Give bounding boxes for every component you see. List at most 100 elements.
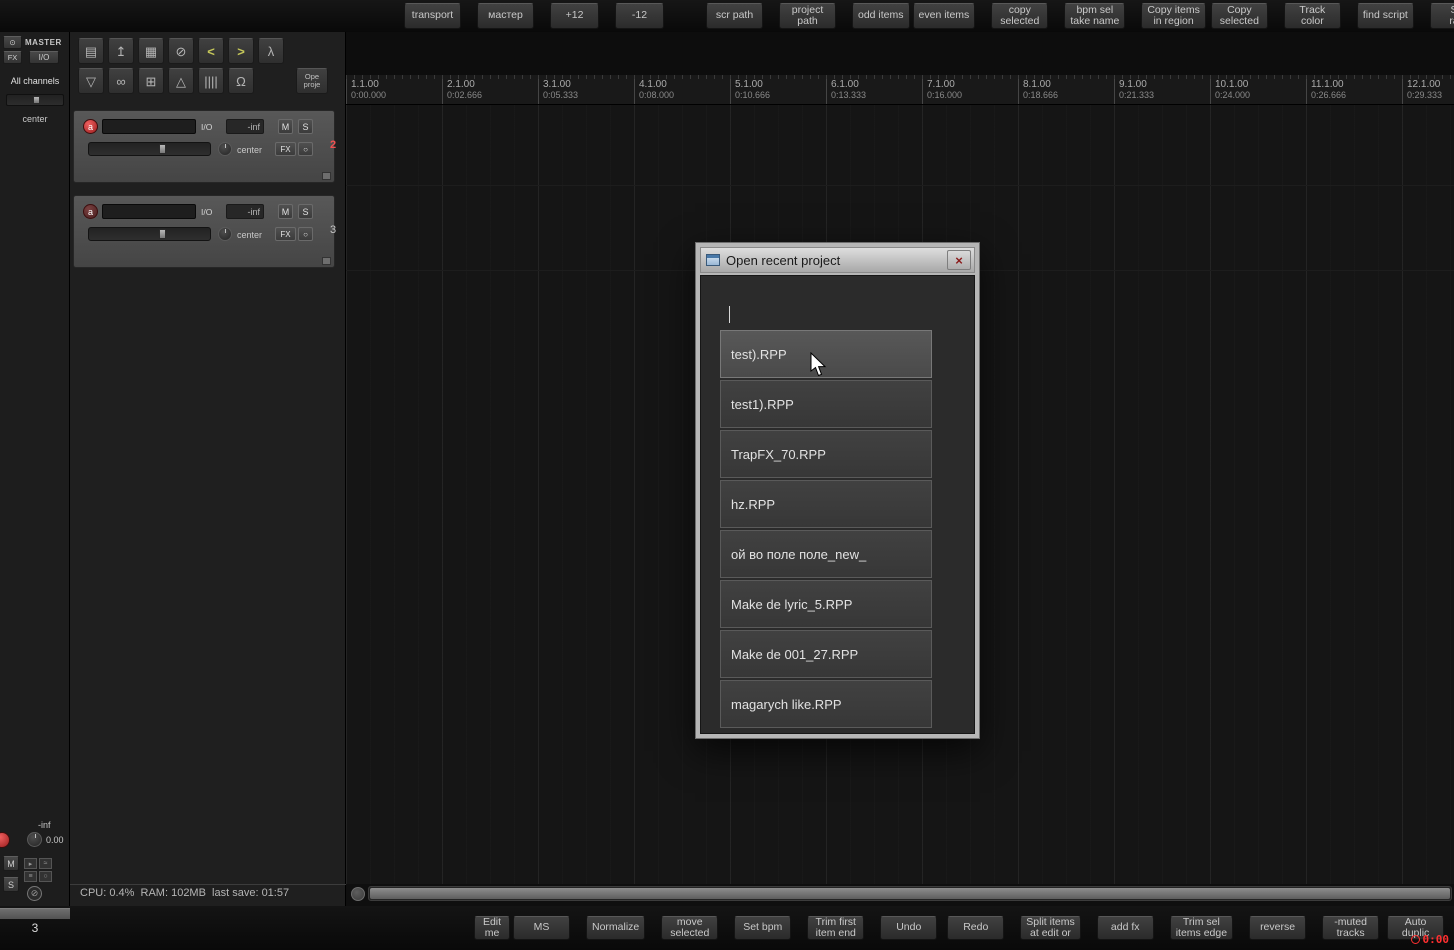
minus12-button[interactable]: -12 — [615, 3, 664, 29]
ruler-measure[interactable]: 7.1.00 0:16.000 — [922, 75, 1018, 104]
toolbar-icon-button[interactable]: ∞ — [108, 68, 134, 94]
undo-button[interactable]: Undo — [880, 916, 938, 940]
toolbar-icon-button[interactable]: ↥ — [108, 38, 134, 64]
envelope-button[interactable] — [322, 172, 331, 180]
master-solo-button[interactable]: S — [3, 877, 19, 892]
pan-knob[interactable] — [218, 227, 232, 241]
fx-bypass-button[interactable]: ○ — [298, 142, 313, 156]
ruler-measure[interactable]: 3.1.00 0:05.333 — [538, 75, 634, 104]
bpm-sel-take-name-button[interactable]: bpm sel take name — [1064, 3, 1126, 29]
ruler-measure[interactable]: 10.1.00 0:24.000 — [1210, 75, 1306, 104]
odd-items-button[interactable]: odd items — [852, 3, 910, 29]
fader-thumb[interactable] — [159, 229, 167, 239]
plus12-button[interactable]: +12 — [550, 3, 599, 29]
master-button[interactable]: мастер — [477, 3, 534, 29]
toolbar-icon-button[interactable]: λ — [258, 38, 284, 64]
routing-icon[interactable]: ▸ — [24, 858, 37, 869]
master-gain-readout[interactable]: 0.00 — [46, 835, 64, 845]
project-list-item[interactable]: Make de lyric_5.RPP — [720, 580, 932, 628]
horizontal-scrollbar[interactable] — [368, 886, 1452, 901]
master-mute-button[interactable]: M — [3, 856, 19, 871]
ruler-measure[interactable]: 11.1.00 0:26.666 — [1306, 75, 1402, 104]
ms-button[interactable]: MS — [513, 916, 570, 940]
master-gain-knob[interactable] — [27, 832, 42, 847]
toolbar-icon-button[interactable]: ▤ — [78, 38, 104, 64]
ruler-measure[interactable]: 12.1.00 0:29.333 — [1402, 75, 1454, 104]
record-arm-button[interactable]: a — [83, 119, 98, 134]
ruler-measure[interactable]: 1.1.00 0:00.000 — [346, 75, 442, 104]
master-record-icon[interactable] — [0, 832, 10, 848]
set-bpm-button[interactable]: Set bpm — [734, 916, 792, 940]
io-button[interactable]: I/O — [201, 122, 212, 132]
solo-button[interactable]: S — [298, 119, 313, 134]
edit-me-button[interactable]: Edit me — [474, 916, 510, 940]
envelope-icon[interactable]: ≈ — [39, 858, 52, 869]
filter-input[interactable] — [729, 306, 974, 324]
fx-bypass-button[interactable]: ○ — [298, 227, 313, 241]
split-items-at-edit-button[interactable]: Split items at edit or — [1020, 916, 1081, 940]
master-power-button[interactable]: ⊙ — [3, 36, 22, 49]
add-fx-button[interactable]: add fx — [1096, 916, 1154, 940]
master-volume-readout[interactable]: -inf — [38, 820, 51, 830]
copy-items-in-region-button[interactable]: Copy items in region — [1141, 3, 1206, 29]
master-fx-button[interactable]: FX — [3, 51, 22, 64]
volume-readout[interactable]: -inf — [226, 119, 264, 134]
project-path-button[interactable]: project path — [779, 3, 836, 29]
toolbar-icon-button[interactable]: < — [198, 38, 224, 64]
project-list-item[interactable]: TrapFX_70.RPP — [720, 430, 932, 478]
toolbar-icon-button[interactable]: ▦ — [138, 38, 164, 64]
pan-knob[interactable] — [218, 142, 232, 156]
dialog-titlebar[interactable]: Open recent project × — [700, 247, 975, 273]
toolbar-icon-button[interactable]: △ — [168, 68, 194, 94]
fx-button[interactable]: FX — [275, 142, 296, 156]
master-phase-button[interactable]: ⊘ — [27, 886, 42, 901]
toolbar-icon-button[interactable]: Ω — [228, 68, 254, 94]
meter-icon[interactable]: ≡ — [24, 871, 37, 882]
move-selected-button[interactable]: move selected — [661, 916, 719, 940]
redo-button[interactable]: Redo — [947, 916, 1005, 940]
ruler-measure[interactable]: 5.1.00 0:10.666 — [730, 75, 826, 104]
timeline-ruler[interactable]: 1.1.00 0:00.000 2.1.00 0:02.666 3.1.00 0… — [346, 75, 1454, 105]
project-list-item[interactable]: hz.RPP — [720, 480, 932, 528]
solo-button[interactable]: S — [298, 204, 313, 219]
find-script-button[interactable]: find script — [1356, 3, 1414, 29]
even-items-button[interactable]: even items — [912, 3, 976, 29]
toolbar-icon-button[interactable]: |||| — [198, 68, 224, 94]
scrollbar-thumb[interactable] — [370, 888, 1450, 899]
volume-fader[interactable] — [88, 142, 211, 156]
track-name-input[interactable] — [102, 204, 196, 219]
mute-button[interactable]: M — [278, 119, 293, 134]
toolbar-icon-button[interactable]: ▽ — [78, 68, 104, 94]
toolbar-icon-button[interactable]: ⊞ — [138, 68, 164, 94]
ruler-measure[interactable]: 9.1.00 0:21.333 — [1114, 75, 1210, 104]
normalize-button[interactable]: Normalize — [586, 916, 646, 940]
project-list-item[interactable]: magarych like.RPP — [720, 680, 932, 728]
master-pan-fader[interactable] — [6, 94, 64, 106]
ruler-measure[interactable]: 2.1.00 0:02.666 — [442, 75, 538, 104]
transport-button[interactable]: transport — [404, 3, 461, 29]
ruler-measure[interactable]: 4.1.00 0:08.000 — [634, 75, 730, 104]
zoom-button[interactable] — [351, 887, 365, 901]
ruler-measure[interactable]: 8.1.00 0:18.666 — [1018, 75, 1114, 104]
copy-selected-button[interactable]: copy selected — [991, 3, 1049, 29]
set-rate-button[interactable]: Set rate — [1429, 3, 1454, 29]
track-name-input[interactable] — [102, 119, 196, 134]
copy-selected-2-button[interactable]: Copy selected — [1210, 3, 1268, 29]
close-button[interactable]: × — [947, 250, 971, 270]
volume-fader[interactable] — [88, 227, 211, 241]
fx-button[interactable]: FX — [275, 227, 296, 241]
io-button[interactable]: I/O — [201, 207, 212, 217]
trim-sel-items-edge-button[interactable]: Trim sel items edge — [1169, 916, 1234, 940]
open-project-button[interactable]: Ope proje — [296, 68, 328, 94]
record-arm-button[interactable]: a — [83, 204, 98, 219]
ruler-measure[interactable]: 6.1.00 0:13.333 — [826, 75, 922, 104]
project-list-item[interactable]: test1).RPP — [720, 380, 932, 428]
trim-first-item-end-button[interactable]: Trim first item end — [807, 916, 865, 940]
envelope-button[interactable] — [322, 257, 331, 265]
track-color-button[interactable]: Track color — [1283, 3, 1341, 29]
scr-path-button[interactable]: scr path — [706, 3, 763, 29]
muted-tracks-button[interactable]: -muted tracks — [1322, 916, 1380, 940]
volume-readout[interactable]: -inf — [226, 204, 264, 219]
project-list-item[interactable]: ой во поле поле_new_ — [720, 530, 932, 578]
mute-button[interactable]: M — [278, 204, 293, 219]
